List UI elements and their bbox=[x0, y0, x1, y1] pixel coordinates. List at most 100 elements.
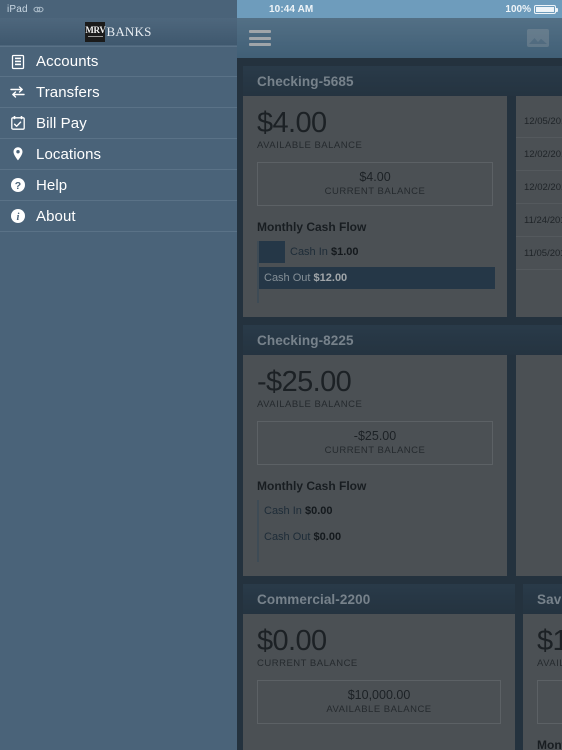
cash-flow-axis bbox=[259, 552, 493, 562]
cash-in-amount: $0.00 bbox=[304, 505, 333, 517]
cash-flow-title: Mont bbox=[537, 738, 562, 750]
accounts-row: Commercial-2200 $0.00 CURRENT BALANCE $1… bbox=[243, 584, 562, 750]
primary-balance-amount: -$25.00 bbox=[257, 366, 352, 398]
sidebar-item-about[interactable]: i About bbox=[0, 201, 237, 232]
ipad-screen: iPad 10:44 AM 100% MRV BANKS Accounts Tr… bbox=[0, 0, 562, 750]
transfers-icon bbox=[9, 84, 26, 101]
sidebar-item-transfers[interactable]: Transfers bbox=[0, 77, 237, 108]
cash-out-row: Cash Out $0.00 bbox=[259, 526, 493, 548]
account-card-body: -$25.00 AVAILABLE BALANCE -$25.00 CURREN… bbox=[243, 355, 562, 576]
secondary-balance-amount: $10,000.00 bbox=[347, 688, 411, 702]
account-card-header: Commercial-2200 bbox=[243, 584, 515, 614]
sidebar-item-help[interactable]: ? Help bbox=[0, 170, 237, 201]
account-card-header: Savin bbox=[523, 584, 562, 614]
account-card-body: $4.00 AVAILABLE BALANCE $4.00 CURRENT BA… bbox=[243, 96, 562, 317]
battery-indicator: 100% bbox=[505, 3, 558, 15]
status-bar-left: iPad bbox=[0, 0, 237, 18]
accounts-list: Checking-5685 $4.00 AVAILABLE BALANCE $4… bbox=[237, 58, 562, 750]
cash-out-amount: $12.00 bbox=[313, 272, 348, 284]
primary-balance-label: AVAILABLE BALANCE bbox=[257, 140, 363, 151]
cash-in-label: Cash In bbox=[290, 246, 328, 258]
status-bar-right: 10:44 AM 100% bbox=[237, 0, 562, 18]
logo-mark-text: MRV bbox=[85, 25, 106, 35]
table-row[interactable]: 12/05/201 bbox=[516, 105, 562, 138]
transactions-pane[interactable] bbox=[516, 355, 562, 576]
primary-balance-amount: $4.00 bbox=[257, 107, 327, 139]
help-icon: ? bbox=[9, 177, 26, 194]
sidebar-item-accounts[interactable]: Accounts bbox=[0, 46, 237, 77]
account-summary-pane: $4.00 AVAILABLE BALANCE $4.00 CURRENT BA… bbox=[243, 96, 507, 317]
cash-out-bar: Cash Out $12.00 bbox=[259, 267, 495, 289]
secondary-balance-box: $4.00 CURRENT BALANCE bbox=[257, 162, 493, 206]
transaction-date: 12/02/201 bbox=[524, 181, 562, 193]
transaction-date: 12/05/201 bbox=[524, 115, 562, 127]
transaction-date: 11/05/201 bbox=[524, 247, 562, 259]
battery-percent: 100% bbox=[505, 3, 531, 15]
image-icon[interactable] bbox=[526, 28, 550, 48]
table-row[interactable]: 12/02/201 bbox=[516, 171, 562, 204]
account-title: Checking-5685 bbox=[257, 73, 354, 89]
hamburger-menu-icon[interactable] bbox=[249, 30, 271, 46]
secondary-balance-label: AVAILABLE BALANCE bbox=[326, 704, 432, 715]
device-label: iPad bbox=[7, 3, 28, 15]
account-card-header: Checking-5685 bbox=[243, 66, 562, 96]
secondary-balance-box: $10,000.00 AVAILABLE BALANCE bbox=[257, 680, 501, 724]
account-summary-pane: -$25.00 AVAILABLE BALANCE -$25.00 CURREN… bbox=[243, 355, 507, 576]
account-summary-pane: $0.00 CURRENT BALANCE $10,000.00 AVAILAB… bbox=[243, 614, 515, 750]
account-card[interactable]: Checking-5685 $4.00 AVAILABLE BALANCE $4… bbox=[243, 66, 562, 317]
cash-out-label: Cash Out bbox=[264, 531, 311, 543]
table-row[interactable]: 11/05/201 bbox=[516, 237, 562, 270]
wifi-icon bbox=[33, 6, 44, 12]
cash-in-text: Cash In $0.00 bbox=[259, 505, 333, 517]
primary-balance-label: AVAILAB bbox=[537, 658, 562, 669]
sidebar-logo-bar: MRV BANKS bbox=[0, 18, 237, 46]
status-bar: iPad 10:44 AM 100% bbox=[0, 0, 562, 18]
secondary-balance-amount: -$25.00 bbox=[353, 429, 397, 443]
cash-in-row: Cash In $0.00 bbox=[259, 500, 493, 522]
primary-balance-label: CURRENT BALANCE bbox=[257, 658, 358, 669]
primary-balance-amount: $1 bbox=[537, 625, 562, 657]
cash-flow-axis bbox=[259, 293, 493, 303]
app-navbar bbox=[237, 18, 562, 58]
sidebar-item-label: Transfers bbox=[36, 83, 100, 101]
cash-in-row: Cash In $1.00 bbox=[259, 241, 493, 263]
primary-balance-label: AVAILABLE BALANCE bbox=[257, 399, 363, 410]
account-card-body: $1 AVAILAB Mont bbox=[523, 614, 562, 750]
accounts-icon bbox=[9, 53, 26, 70]
billpay-icon bbox=[9, 115, 26, 132]
cash-in-text: Cash In $1.00 bbox=[285, 246, 359, 258]
cash-flow-chart: Cash In $0.00 Cash Out $0.00 bbox=[257, 500, 493, 562]
sidebar-item-billpay[interactable]: Bill Pay bbox=[0, 108, 237, 139]
battery-icon bbox=[534, 4, 558, 14]
sidebar-item-label: Locations bbox=[36, 145, 102, 163]
secondary-balance-amount: $4.00 bbox=[359, 170, 391, 184]
table-row[interactable]: 12/02/201 bbox=[516, 138, 562, 171]
account-summary-pane: $1 AVAILAB Mont bbox=[523, 614, 562, 750]
card-filler bbox=[257, 724, 501, 750]
account-card-header: Checking-8225 bbox=[243, 325, 562, 355]
account-card[interactable]: Checking-8225 -$25.00 AVAILABLE BALANCE … bbox=[243, 325, 562, 576]
account-card[interactable]: Savin $1 AVAILAB Mont bbox=[523, 584, 562, 750]
sidebar-menu: Accounts Transfers Bill Pay Locations ? … bbox=[0, 46, 237, 232]
cash-out-label: Cash Out bbox=[264, 272, 311, 284]
sidebar-item-label: Help bbox=[36, 176, 68, 194]
transactions-pane[interactable]: 12/05/201 12/02/201 12/02/201 11/24/201 … bbox=[516, 96, 562, 317]
table-row[interactable]: 11/24/201 bbox=[516, 204, 562, 237]
svg-text:?: ? bbox=[14, 180, 20, 192]
logo-mark-icon: MRV bbox=[85, 21, 106, 42]
bank-logo: MRV BANKS bbox=[85, 21, 151, 42]
secondary-balance-label: CURRENT BALANCE bbox=[324, 445, 426, 456]
locations-icon bbox=[9, 146, 26, 163]
transactions-spacer bbox=[516, 96, 562, 105]
transaction-date: 11/24/201 bbox=[524, 214, 562, 226]
account-card[interactable]: Commercial-2200 $0.00 CURRENT BALANCE $1… bbox=[243, 584, 515, 750]
secondary-balance-amount bbox=[538, 688, 562, 702]
secondary-balance-label: CURRENT BALANCE bbox=[324, 186, 426, 197]
secondary-balance-box bbox=[537, 680, 562, 724]
sidebar-item-locations[interactable]: Locations bbox=[0, 139, 237, 170]
account-card-body: $0.00 CURRENT BALANCE $10,000.00 AVAILAB… bbox=[243, 614, 515, 750]
account-title: Savin bbox=[537, 591, 562, 607]
cash-out-text: Cash Out $0.00 bbox=[259, 531, 341, 543]
account-title: Commercial-2200 bbox=[257, 591, 371, 607]
primary-balance-amount: $0.00 bbox=[257, 625, 327, 657]
